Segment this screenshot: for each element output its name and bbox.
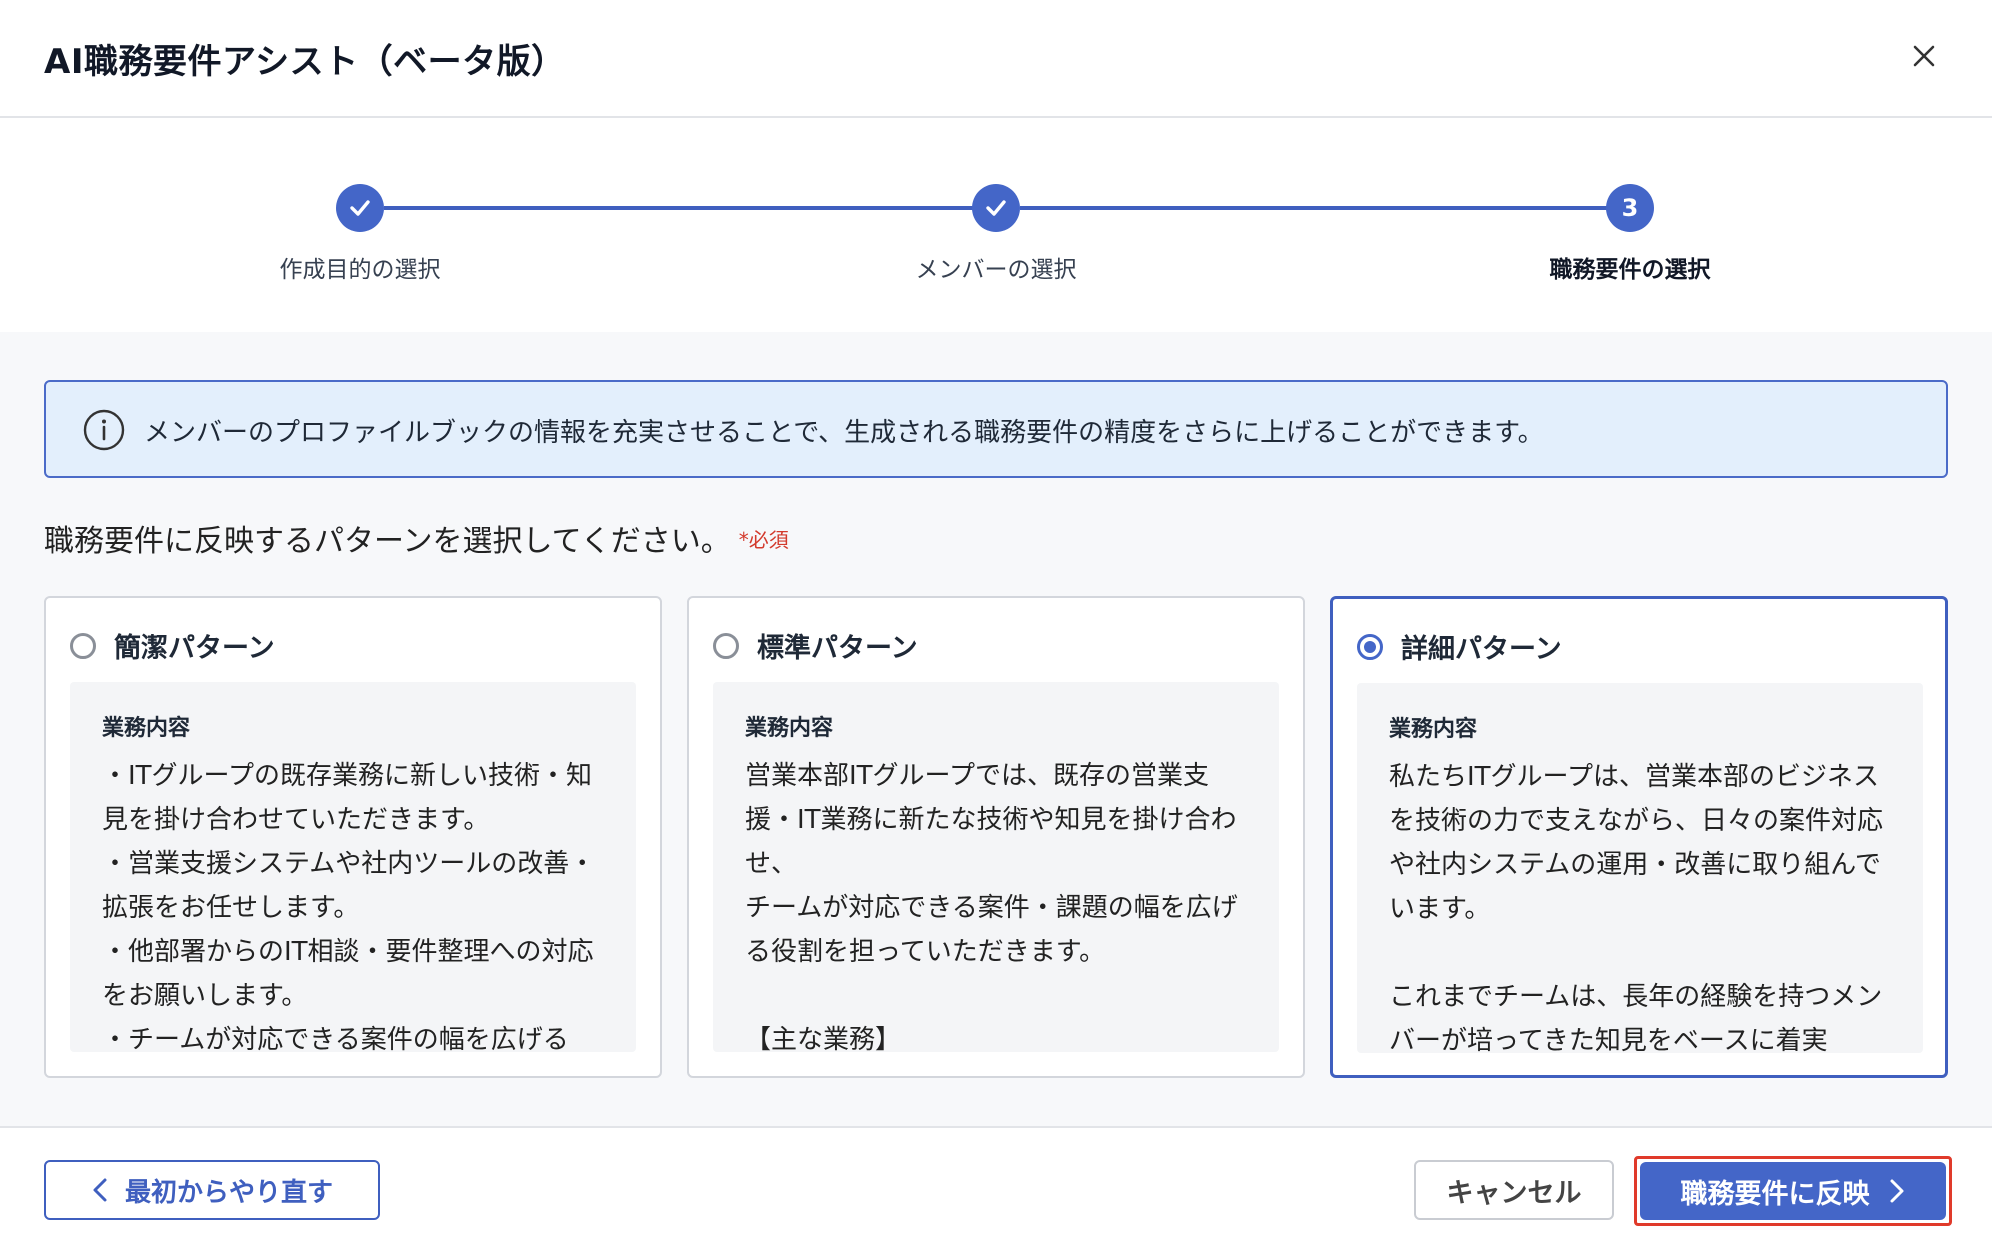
- pattern-title: 簡潔パターン: [114, 633, 275, 664]
- step-1-marker: [336, 184, 384, 232]
- dialog-body: メンバーのプロファイルブックの情報を充実させることで、生成される職務要件の精度を…: [0, 332, 1992, 1126]
- chevron-left-icon: [91, 1176, 109, 1204]
- apply-button[interactable]: 職務要件に反映: [1640, 1162, 1946, 1220]
- info-message: メンバーのプロファイルブックの情報を充実させることで、生成される職務要件の精度を…: [144, 418, 1544, 448]
- preview-heading: 業務内容: [1389, 717, 1478, 742]
- pattern-preview: 業務内容 私たちITグループは、営業本部のビジネスを技術の力で支えながら、日々の…: [1357, 683, 1923, 1053]
- check-icon: [986, 200, 1006, 216]
- step-3-marker: 3: [1606, 184, 1654, 232]
- radio-standard[interactable]: [713, 632, 739, 659]
- radio-detailed[interactable]: [1357, 633, 1383, 660]
- close-icon: [1913, 45, 1935, 67]
- progress-stepper: 3 作成目的の選択 メンバーの選択 職務要件の選択: [0, 118, 1992, 332]
- preview-heading: 業務内容: [745, 716, 834, 741]
- prompt-text: 職務要件に反映するパターンを選択してください。: [44, 524, 731, 559]
- step-2-marker: [972, 184, 1020, 232]
- step-3-label: 職務要件の選択: [1549, 257, 1711, 283]
- dialog-header: AI職務要件アシスト（ベータ版）: [0, 0, 1992, 118]
- chevron-right-icon: [1888, 1177, 1906, 1205]
- pattern-card-standard[interactable]: 標準パターン 業務内容 営業本部ITグループでは、既存の営業支援・IT業務に新た…: [687, 596, 1305, 1078]
- pattern-title: 標準パターン: [757, 633, 918, 664]
- pattern-card-concise[interactable]: 簡潔パターン 業務内容 ・ITグループの既存業務に新しい技術・知見を掛け合わせて…: [44, 596, 662, 1078]
- pattern-preview: 業務内容 ・ITグループの既存業務に新しい技術・知見を掛け合わせていただきます。…: [70, 682, 636, 1052]
- pattern-title: 詳細パターン: [1401, 634, 1562, 665]
- preview-text: 営業本部ITグループでは、既存の営業支援・IT業務に新たな技術や知見を掛け合わせ…: [745, 761, 1238, 1052]
- pattern-option: 簡潔パターン: [70, 626, 275, 665]
- pattern-preview: 業務内容 営業本部ITグループでは、既存の営業支援・IT業務に新たな技術や知見を…: [713, 682, 1279, 1052]
- info-banner: メンバーのプロファイルブックの情報を充実させることで、生成される職務要件の精度を…: [44, 380, 1948, 478]
- preview-text: 私たちITグループは、営業本部のビジネスを技術の力で支えながら、日々の案件対応や…: [1389, 762, 1884, 1053]
- step-2-label: メンバーの選択: [915, 257, 1077, 283]
- selection-prompt: 職務要件に反映するパターンを選択してください。 *必須: [44, 516, 789, 560]
- job-requirements-dialog: AI職務要件アシスト（ベータ版） 3 作成目的の選択 メンバーの選択 職務要件の…: [0, 0, 1992, 1250]
- restart-label: 最初からやり直す: [124, 1177, 333, 1208]
- cancel-button[interactable]: キャンセル: [1414, 1160, 1614, 1220]
- pattern-option: 標準パターン: [713, 626, 918, 665]
- pattern-card-detailed[interactable]: 詳細パターン 業務内容 私たちITグループは、営業本部のビジネスを技術の力で支え…: [1330, 596, 1948, 1078]
- required-marker: *必須: [738, 528, 789, 552]
- step-1-label: 作成目的の選択: [279, 257, 441, 283]
- dialog-title: AI職務要件アシスト（ベータ版）: [44, 42, 566, 82]
- restart-button[interactable]: 最初からやり直す: [44, 1160, 380, 1220]
- close-button[interactable]: [1900, 32, 1948, 80]
- apply-label: 職務要件に反映: [1680, 1178, 1870, 1210]
- step-connector: [1020, 206, 1610, 210]
- step-connector: [384, 206, 974, 210]
- dialog-footer: 最初からやり直す キャンセル 職務要件に反映: [0, 1126, 1992, 1250]
- preview-heading: 業務内容: [102, 716, 191, 741]
- pattern-option: 詳細パターン: [1357, 627, 1562, 666]
- check-icon: [350, 200, 370, 216]
- radio-concise[interactable]: [70, 632, 96, 659]
- preview-text: ・ITグループの既存業務に新しい技術・知見を掛け合わせていただきます。 ・営業支…: [102, 761, 596, 1052]
- info-icon: [83, 409, 125, 451]
